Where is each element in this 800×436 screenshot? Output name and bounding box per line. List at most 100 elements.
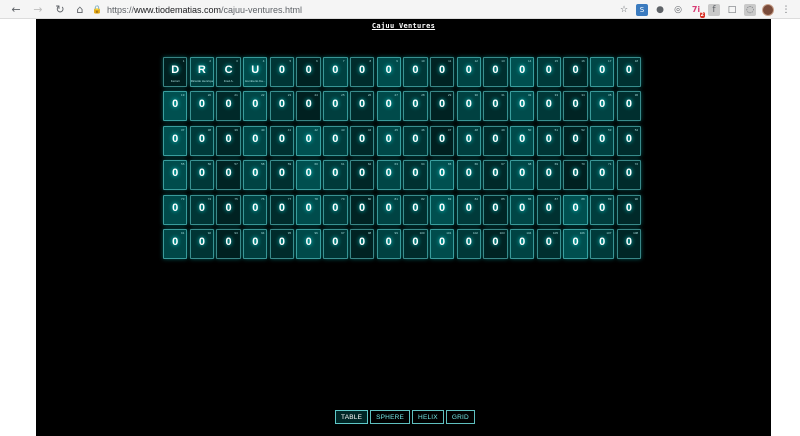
element-tile[interactable]: 84 0 [456, 194, 481, 225]
element-tile[interactable]: 30 0 [456, 91, 481, 122]
element-tile[interactable]: 26 0 [349, 91, 375, 122]
element-tile[interactable]: 76 0 [243, 194, 268, 225]
element-tile[interactable]: 25 0 [323, 91, 348, 122]
element-tile[interactable]: 4 U Humberto Ka... [243, 57, 268, 87]
element-tile[interactable]: 68 0 [509, 160, 535, 191]
element-tile[interactable]: 66 0 [456, 160, 481, 191]
element-tile[interactable]: 48 0 [456, 125, 481, 156]
element-tile[interactable]: 57 0 [216, 160, 241, 191]
element-tile[interactable]: 87 0 [536, 194, 562, 225]
element-tile[interactable]: 82 0 [403, 194, 428, 225]
element-tile[interactable]: 50 0 [509, 125, 535, 156]
element-tile[interactable]: 35 0 [590, 91, 615, 122]
element-tile[interactable]: 90 [376, 57, 401, 87]
element-tile[interactable]: 59 0 [269, 160, 295, 191]
extension-badge-icon[interactable]: 7i 2 [690, 4, 705, 18]
target-extension-icon[interactable]: ◎ [672, 4, 684, 16]
element-tile[interactable]: 75 0 [216, 194, 241, 225]
element-tile[interactable]: 73 0 [163, 194, 188, 225]
element-tile[interactable]: 51 0 [536, 125, 562, 156]
element-tile[interactable]: 36 0 [616, 91, 642, 122]
element-tile[interactable]: 46 0 [403, 125, 428, 156]
element-tile[interactable]: 56 0 [189, 160, 215, 191]
element-tile[interactable]: 98 0 [349, 228, 375, 259]
element-tile[interactable]: 90 0 [616, 194, 642, 225]
element-tile[interactable]: 64 0 [403, 160, 428, 191]
element-tile[interactable]: 74 0 [189, 194, 215, 225]
element-tile[interactable]: 52 0 [563, 125, 588, 156]
element-tile[interactable]: 105 0 [536, 228, 562, 259]
profile-avatar[interactable] [762, 3, 774, 16]
element-tile[interactable]: 70 0 [563, 160, 588, 191]
element-tile[interactable]: 102 0 [456, 228, 481, 259]
element-tile[interactable]: 91 0 [163, 228, 188, 259]
element-tile[interactable]: 107 0 [590, 228, 615, 259]
element-tile[interactable]: 45 0 [376, 125, 401, 156]
element-tile[interactable]: 42 0 [296, 125, 321, 156]
element-tile[interactable]: 93 0 [216, 228, 241, 259]
element-tile[interactable]: 24 0 [296, 91, 321, 122]
element-tile[interactable]: 97 0 [323, 228, 348, 259]
element-tile[interactable]: 10 0 [403, 57, 428, 87]
element-tile[interactable]: 79 0 [323, 194, 348, 225]
chat-extension-icon[interactable]: ◌ [744, 3, 756, 16]
facebook-extension-icon[interactable]: f [708, 3, 720, 16]
element-tile[interactable]: 44 0 [349, 125, 375, 156]
element-tile[interactable]: 39 0 [216, 125, 241, 156]
element-tile[interactable]: 1 D Ferrari [163, 57, 188, 87]
element-tile[interactable]: 14 0 [509, 57, 535, 87]
element-tile[interactable]: 60 [296, 57, 321, 87]
element-tile[interactable]: 88 0 [563, 194, 588, 225]
element-tile[interactable]: 83 0 [429, 194, 455, 225]
bookmark-star-icon[interactable]: ☆ [618, 4, 630, 16]
element-tile[interactable]: 61 0 [323, 160, 348, 191]
element-tile[interactable]: 71 0 [590, 160, 615, 191]
element-tile[interactable]: 12 0 [456, 57, 481, 87]
home-icon[interactable]: ⌂ [73, 2, 87, 16]
element-tile[interactable]: 43 0 [323, 125, 348, 156]
element-tile[interactable]: 92 0 [189, 228, 215, 259]
address-bar[interactable]: 🔒 https:// www.tiodematias.com /cajuu-ve… [92, 2, 592, 17]
back-icon[interactable]: ← [9, 2, 23, 16]
grid-button[interactable]: GRID [445, 410, 475, 424]
element-tile[interactable]: 65 0 [429, 160, 455, 191]
element-tile[interactable]: 60 0 [296, 160, 321, 191]
element-tile[interactable]: 62 0 [349, 160, 375, 191]
upload-extension-icon[interactable]: ● [654, 4, 666, 16]
element-tile[interactable]: 20 0 [189, 91, 215, 122]
element-tile[interactable]: 33 0 [536, 91, 562, 122]
forward-icon[interactable]: → [31, 2, 45, 16]
element-tile[interactable]: 49 0 [483, 125, 508, 156]
element-tile[interactable]: 86 0 [509, 194, 535, 225]
element-tile[interactable]: 58 0 [243, 160, 268, 191]
sphere-button[interactable]: SPHERE [370, 410, 411, 424]
element-tile[interactable]: 47 0 [429, 125, 455, 156]
element-tile[interactable]: 15 0 [536, 57, 562, 87]
element-tile[interactable]: 81 0 [376, 194, 401, 225]
element-tile[interactable]: 54 0 [616, 125, 642, 156]
element-tile[interactable]: 32 0 [509, 91, 535, 122]
element-tile[interactable]: 13 0 [483, 57, 508, 87]
element-tile[interactable]: 55 0 [163, 160, 188, 191]
element-tile[interactable]: 19 0 [163, 91, 188, 122]
element-tile[interactable]: 89 0 [590, 194, 615, 225]
element-tile[interactable]: 16 0 [563, 57, 588, 87]
element-tile[interactable]: 18 0 [616, 57, 642, 87]
element-tile[interactable]: 96 0 [296, 228, 321, 259]
fullscreen-extension-icon[interactable]: □ [726, 4, 738, 16]
element-tile[interactable]: 28 0 [403, 91, 428, 122]
element-tile[interactable]: 29 0 [429, 91, 455, 122]
element-tile[interactable]: 53 0 [590, 125, 615, 156]
element-tile[interactable]: 106 0 [563, 228, 588, 259]
element-tile[interactable]: 72 0 [616, 160, 642, 191]
element-tile[interactable]: 17 0 [590, 57, 615, 87]
element-tile[interactable]: 34 0 [563, 91, 588, 122]
table-button[interactable]: TABLE [335, 410, 369, 424]
element-tile[interactable]: 23 0 [269, 91, 295, 122]
element-tile[interactable]: 70 [323, 57, 348, 87]
element-tile[interactable]: 103 0 [483, 228, 508, 259]
element-tile[interactable]: 22 0 [243, 91, 268, 122]
element-tile[interactable]: 21 0 [216, 91, 241, 122]
element-tile[interactable]: 99 0 [376, 228, 401, 259]
element-tile[interactable]: 31 0 [483, 91, 508, 122]
